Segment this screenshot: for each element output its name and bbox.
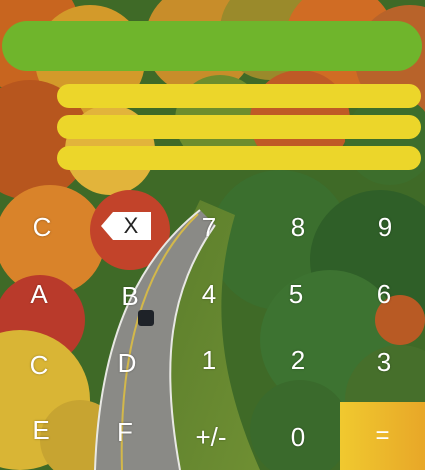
digit-8-button[interactable]: 8 xyxy=(268,205,328,249)
backspace-label: X xyxy=(123,213,139,238)
digit-9-button[interactable]: 9 xyxy=(355,205,415,249)
hex-d-button[interactable]: D xyxy=(97,341,157,385)
history-line-3 xyxy=(57,146,421,170)
digit-0-button[interactable]: 0 xyxy=(268,415,328,459)
digit-7-button[interactable]: 7 xyxy=(179,205,239,249)
hex-e-button[interactable]: E xyxy=(11,408,71,452)
hex-f-button[interactable]: F xyxy=(95,410,155,454)
history-line-2 xyxy=(57,115,421,139)
digit-5-button[interactable]: 5 xyxy=(266,272,326,316)
history-line-1 xyxy=(57,84,421,108)
main-display xyxy=(2,21,422,71)
backspace-button[interactable]: X xyxy=(101,212,151,240)
hex-c-button[interactable]: C xyxy=(9,343,69,387)
hex-b-button[interactable]: B xyxy=(100,274,160,318)
digit-2-button[interactable]: 2 xyxy=(268,338,328,382)
digit-3-button[interactable]: 3 xyxy=(354,340,414,384)
hex-a-button[interactable]: A xyxy=(9,272,69,316)
equals-button[interactable]: = xyxy=(340,402,425,470)
digit-4-button[interactable]: 4 xyxy=(179,272,239,316)
clear-button[interactable]: C xyxy=(12,205,72,249)
negate-button[interactable]: +/- xyxy=(181,415,241,459)
digit-6-button[interactable]: 6 xyxy=(354,272,414,316)
digit-1-button[interactable]: 1 xyxy=(179,338,239,382)
